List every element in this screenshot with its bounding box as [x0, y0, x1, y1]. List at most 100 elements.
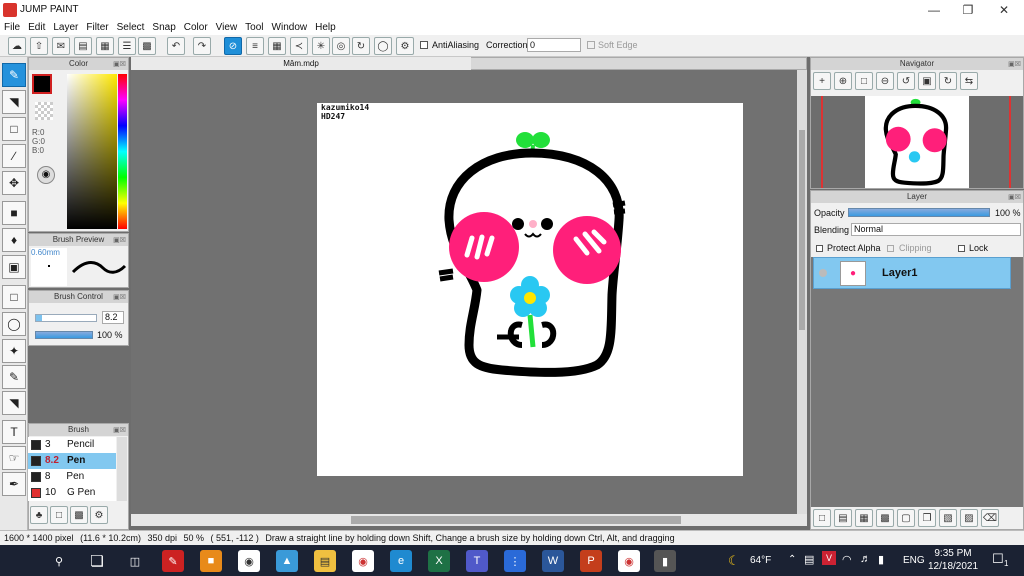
brush-copy-icon[interactable]: ▩ — [70, 506, 88, 524]
file-explorer-icon[interactable]: ▤ — [314, 550, 336, 572]
layer-visibility-icon[interactable] — [819, 269, 827, 277]
menu-color[interactable]: Color — [180, 22, 212, 33]
chrome-profile-icon[interactable]: ◉ — [352, 550, 374, 572]
navigator-view[interactable] — [811, 96, 1023, 188]
zoom-plus-icon[interactable]: ⊕ — [834, 72, 852, 90]
brush-settings-icon[interactable]: ⚙ — [90, 506, 108, 524]
eraser-tool-icon[interactable]: ◥ — [2, 90, 26, 114]
layer-row[interactable]: ● Layer1 — [813, 257, 1011, 289]
tray-v-icon[interactable]: V — [822, 551, 836, 565]
search-icon[interactable]: ⚲ — [48, 550, 70, 572]
jump-paint-taskbar-icon[interactable]: ✎ — [162, 550, 184, 572]
comment-icon[interactable]: ✉ — [52, 37, 70, 55]
menu-tool[interactable]: Tool — [241, 22, 267, 33]
select-pen-tool-icon[interactable]: ✎ — [2, 365, 26, 389]
grid-icon[interactable]: ▩ — [138, 37, 156, 55]
brush-list-scrollbar[interactable] — [117, 437, 127, 501]
brush-tool-icon[interactable]: ✎ — [2, 63, 26, 87]
menu-select[interactable]: Select — [113, 22, 149, 33]
settings-snap-icon[interactable]: ⚙ — [396, 37, 414, 55]
layer-name[interactable]: Layer1 — [882, 267, 917, 279]
task-view-icon[interactable]: ◫ — [124, 550, 146, 572]
halftone-layer-icon[interactable]: ▩ — [876, 509, 894, 527]
app-orange-icon[interactable]: ■ — [200, 550, 222, 572]
select-eraser-tool-icon[interactable]: ◥ — [2, 391, 26, 415]
cloud-icon[interactable]: ☁ — [8, 37, 26, 55]
blending-select[interactable]: Normal — [851, 223, 1021, 236]
weather-temp[interactable]: 64°F — [750, 555, 771, 566]
tray-battery-icon[interactable]: ▮ — [878, 553, 884, 566]
new-1bit-layer-icon[interactable]: ▦ — [855, 509, 873, 527]
shape-snap-icon[interactable]: ◯ — [374, 37, 392, 55]
chrome-icon[interactable]: ◉ — [238, 550, 260, 572]
menu-layer[interactable]: Layer — [49, 22, 82, 33]
delete-layer-icon[interactable]: ⌫ — [981, 509, 999, 527]
merge-layer-icon[interactable]: ▧ — [939, 509, 957, 527]
chrome-alt-icon[interactable]: ◉ — [618, 550, 640, 572]
folder-icon[interactable]: ▢ — [897, 509, 915, 527]
rotate-right-icon[interactable]: ↻ — [939, 72, 957, 90]
menu-filter[interactable]: Filter — [82, 22, 112, 33]
tray-volume-icon[interactable]: ♬ — [860, 553, 871, 565]
palette-icon[interactable]: ◉ — [37, 166, 55, 184]
tray-wifi-icon[interactable]: ◠ — [842, 553, 852, 566]
line-tool-icon[interactable]: ∕ — [2, 144, 26, 168]
rectangle-tool-icon[interactable]: □ — [2, 117, 26, 141]
notification-icon[interactable]: ☐ — [992, 551, 1004, 567]
tray-network-icon[interactable]: ▤ — [804, 553, 814, 566]
brush-new-icon[interactable]: □ — [50, 506, 68, 524]
snap-off-icon[interactable]: ⊘ — [224, 37, 242, 55]
foreground-color-swatch[interactable] — [32, 74, 52, 94]
clipping-checkbox[interactable] — [887, 245, 894, 252]
note-icon[interactable]: ▤ — [74, 37, 92, 55]
zoom-out-icon[interactable]: ⊖ — [876, 72, 894, 90]
bucket-tool-icon[interactable]: ♦ — [2, 228, 26, 252]
app-usb-icon[interactable]: ▮ — [654, 550, 676, 572]
eyedropper-tool-icon[interactable]: ✒ — [2, 472, 26, 496]
app-dots-icon[interactable]: ⋮ — [504, 550, 526, 572]
transparent-swatch[interactable] — [35, 102, 53, 120]
brush-item[interactable]: 3 Pencil — [28, 437, 116, 453]
redo-icon[interactable]: ↷ — [193, 37, 211, 55]
brush-size-value[interactable]: 8.2 — [102, 311, 124, 324]
magic-wand-tool-icon[interactable]: ✦ — [2, 339, 26, 363]
brush-opacity-slider[interactable] — [35, 331, 93, 339]
text-tool-icon[interactable]: T — [2, 420, 26, 444]
undo-icon[interactable]: ↶ — [167, 37, 185, 55]
soft-edge-checkbox[interactable] — [587, 41, 595, 49]
menu-snap[interactable]: Snap — [148, 22, 179, 33]
excel-icon[interactable]: X — [428, 550, 450, 572]
minimize-button[interactable]: — — [916, 0, 952, 19]
brush-item-selected[interactable]: 8.2 Pen — [28, 453, 116, 469]
language-indicator[interactable]: ENG — [903, 555, 925, 566]
canvas-vertical-scrollbar[interactable] — [797, 70, 807, 514]
hand-tool-icon[interactable]: ☞ — [2, 446, 26, 470]
close-button[interactable]: ✕ — [986, 0, 1022, 19]
powerpoint-icon[interactable]: P — [580, 550, 602, 572]
word-icon[interactable]: W — [542, 550, 564, 572]
brush-item[interactable]: 8 Pen (Sharp — [28, 469, 116, 485]
curve-snap-icon[interactable]: ↻ — [352, 37, 370, 55]
drawing-canvas[interactable]: kazumiko14 HD247 — [317, 103, 743, 476]
document-tab[interactable]: Mâm.mdp — [131, 57, 471, 70]
edge-icon[interactable]: e — [390, 550, 412, 572]
zoom-in-icon[interactable]: + — [813, 72, 831, 90]
radial-snap-icon[interactable]: ✳ — [312, 37, 330, 55]
clock[interactable]: 9:35 PM 12/18/2021 — [928, 547, 978, 573]
flip-icon[interactable]: ⇆ — [960, 72, 978, 90]
share-icon[interactable]: ⇧ — [30, 37, 48, 55]
new-8bit-layer-icon[interactable]: ▤ — [834, 509, 852, 527]
cross-snap-icon[interactable]: ▦ — [268, 37, 286, 55]
parallel-snap-icon[interactable]: ≡ — [246, 37, 264, 55]
teams-icon[interactable]: T — [466, 550, 488, 572]
color-saturation-field[interactable] — [67, 74, 117, 229]
canvas-horizontal-scrollbar[interactable] — [131, 514, 807, 526]
protect-alpha-checkbox[interactable] — [816, 245, 823, 252]
app-blue-icon[interactable]: ▲ — [276, 550, 298, 572]
brush-size-slider[interactable] — [35, 314, 97, 322]
menu-help[interactable]: Help — [311, 22, 340, 33]
duplicate-layer-icon[interactable]: ❐ — [918, 509, 936, 527]
brush-item[interactable]: 10 G Pen — [28, 485, 116, 501]
fill-shape-tool-icon[interactable]: ■ — [2, 201, 26, 225]
layer-settings-icon[interactable]: ▨ — [960, 509, 978, 527]
